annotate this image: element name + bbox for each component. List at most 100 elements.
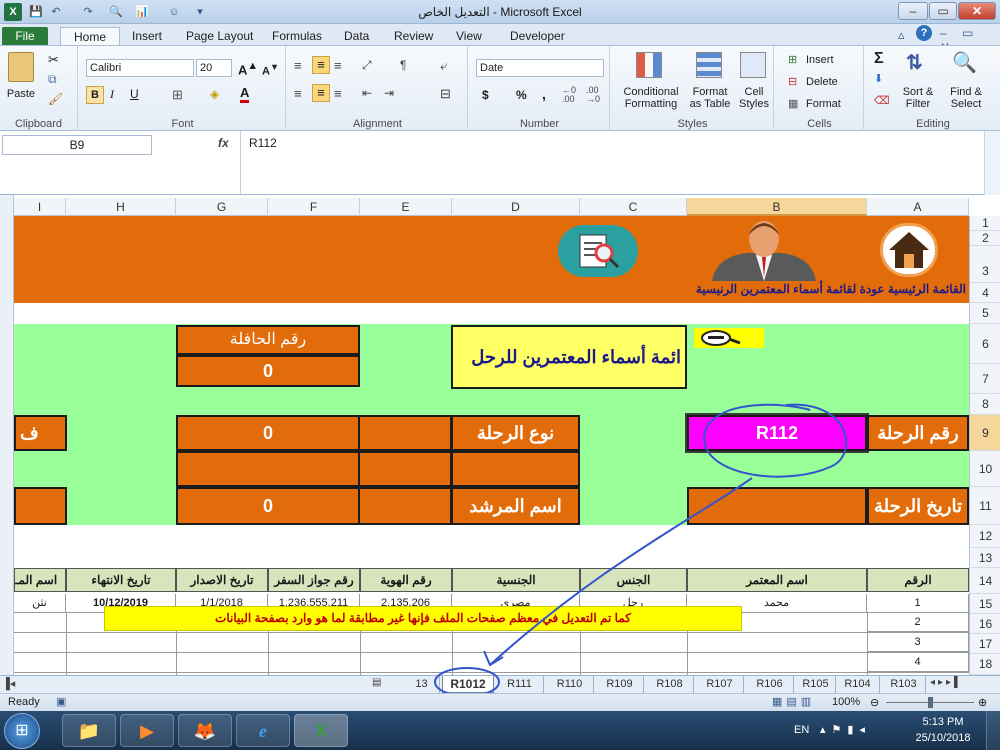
delete-cells-icon[interactable]: ⊟ [788, 75, 797, 88]
format-painter-icon[interactable]: 🖌 [48, 92, 63, 106]
tab-data[interactable]: Data [334, 27, 379, 46]
sheet-tab-r109[interactable]: R109 [596, 676, 644, 693]
find-select-icon[interactable]: 🔍 [952, 50, 977, 75]
sheet-tab-r104[interactable]: R104 [836, 676, 880, 693]
tab-view[interactable]: View [446, 27, 492, 46]
media-player-icon[interactable]: ▶ [120, 714, 174, 747]
font-name-box[interactable]: Calibri [86, 59, 194, 77]
copy-icon[interactable]: ⧉ [48, 72, 57, 87]
show-desktop-button[interactable] [986, 711, 1000, 750]
tab-review[interactable]: Review [384, 27, 443, 46]
redo-icon[interactable]: ↷ [80, 4, 96, 20]
align-right-icon[interactable]: ≡ [334, 86, 342, 101]
conditional-formatting-button[interactable]: Conditional Formatting [614, 86, 688, 110]
view-buttons-icon[interactable]: ▦▤▥ [772, 695, 815, 708]
font-color-icon[interactable]: A [240, 86, 250, 103]
formula-expand-scroll[interactable] [984, 131, 1000, 195]
sheet-tab-r111[interactable]: R111 [496, 676, 544, 693]
fill-icon[interactable]: ⬇ [874, 72, 883, 85]
formula-input[interactable]: R112 [240, 131, 982, 194]
decrease-decimal-icon[interactable]: .00 →0 [586, 86, 600, 104]
first-sheet-nav-icon[interactable]: ▐◂ [2, 677, 15, 690]
macro-record-icon[interactable]: ▣ [56, 695, 66, 708]
percent-button[interactable]: % [516, 88, 527, 102]
grow-font-icon[interactable]: A▲ [238, 60, 258, 77]
customize-toolbar-icon[interactable]: ▾ [192, 4, 208, 20]
sheet-tab-r103[interactable]: R103 [882, 676, 926, 693]
smiley-icon[interactable]: ☺ [166, 4, 182, 20]
excel-taskbar-icon[interactable]: X [294, 714, 348, 747]
language-indicator[interactable]: EN [794, 724, 809, 736]
format-as-table-button[interactable]: Format as Table [688, 86, 732, 110]
currency-button[interactable]: $ [482, 88, 489, 102]
delete-cells-button[interactable]: Delete [806, 76, 838, 88]
sheet-tab-r110[interactable]: R110 [546, 676, 594, 693]
number-format-box[interactable]: Date [476, 59, 604, 77]
insert-cells-button[interactable]: Insert [806, 54, 834, 66]
chart-icon[interactable]: 📊 [134, 4, 150, 20]
excel-app-icon[interactable]: X [4, 3, 22, 21]
file-explorer-icon[interactable]: 📁 [62, 714, 116, 747]
sheet-tab-r105[interactable]: R105 [796, 676, 836, 693]
insert-cells-icon[interactable]: ⊞ [788, 53, 797, 66]
insert-sheet-icon[interactable]: ▤ [372, 677, 381, 688]
sort-filter-button[interactable]: Sort & Filter [896, 86, 940, 110]
orientation-icon[interactable]: ⤢ [362, 58, 372, 73]
help-icon[interactable]: ? [916, 25, 932, 41]
clock-time[interactable]: 5:13 PM [908, 716, 978, 728]
bold-button[interactable]: B [86, 86, 104, 104]
sort-filter-icon[interactable]: ⇅ [906, 50, 923, 75]
tab-formulas[interactable]: Formulas [262, 27, 332, 46]
zoom-in-icon[interactable]: ⊕ [978, 696, 987, 709]
ribbon-collapse-icon[interactable]: ▵ [898, 27, 905, 43]
firefox-icon[interactable]: 🦊 [178, 714, 232, 747]
paste-icon[interactable] [8, 52, 34, 82]
decrease-indent-icon[interactable]: ⇤ [362, 86, 372, 100]
paste-button[interactable]: Paste [4, 88, 38, 100]
align-bottom-icon[interactable]: ≡ [334, 58, 342, 73]
maximize-button[interactable]: ▭ [929, 2, 957, 20]
increase-decimal-icon[interactable]: ←0.00 [562, 86, 576, 104]
align-left-icon[interactable]: ≡ [294, 86, 302, 101]
sheet-scroll-icons[interactable]: ◂▸▸▌ [930, 677, 964, 688]
insert-function-button[interactable]: fx [218, 136, 238, 150]
merge-center-icon[interactable]: ⊟ [440, 86, 451, 102]
autosum-button[interactable]: Σ [874, 50, 884, 68]
font-size-box[interactable]: 20 [196, 59, 232, 77]
cell-styles-icon[interactable] [740, 52, 766, 78]
zoom-level[interactable]: 100% [832, 696, 860, 708]
fill-color-icon[interactable]: ◈ [210, 87, 219, 101]
start-button-icon[interactable]: ⊞ [4, 713, 40, 749]
system-tray-icons[interactable]: ▴⚑▮◂ [820, 723, 871, 736]
sheet-tab-r108[interactable]: R108 [646, 676, 694, 693]
print-preview-icon[interactable]: 🔍 [108, 4, 124, 20]
format-cells-button[interactable]: Format [806, 98, 841, 110]
zoom-out-icon[interactable]: ⊖ [870, 696, 879, 709]
cut-icon[interactable]: ✂ [48, 52, 59, 68]
conditional-formatting-icon[interactable] [636, 52, 662, 78]
internet-explorer-icon[interactable]: e [236, 714, 290, 747]
format-cells-icon[interactable]: ▦ [788, 97, 798, 110]
increase-indent-icon[interactable]: ⇥ [384, 86, 394, 100]
save-icon[interactable]: 💾 [28, 4, 44, 20]
tab-insert[interactable]: Insert [122, 27, 172, 46]
rtl-icon[interactable]: ¶ [400, 58, 406, 72]
find-select-button[interactable]: Find & Select [942, 86, 990, 110]
italic-button[interactable]: I [110, 87, 114, 102]
align-middle-icon[interactable]: ≡ [312, 56, 330, 74]
comma-button[interactable]: , [542, 86, 546, 102]
underline-button[interactable]: U [130, 87, 139, 101]
clear-icon[interactable]: ⌫ [874, 94, 890, 107]
close-button[interactable]: ✕ [958, 2, 996, 20]
tab-home[interactable]: Home [60, 27, 120, 46]
cell-styles-button[interactable]: Cell Styles [736, 86, 772, 110]
tab-developer[interactable]: Developer [500, 27, 575, 46]
undo-icon[interactable]: ↶ [48, 4, 64, 20]
tab-page-layout[interactable]: Page Layout [176, 27, 263, 46]
shrink-font-icon[interactable]: A▼ [262, 62, 279, 78]
wrap-text-icon[interactable]: ⤶ [440, 58, 447, 74]
name-box[interactable]: B9 [2, 135, 152, 155]
clock-date[interactable]: 25/10/2018 [908, 732, 978, 744]
zoom-slider[interactable]: ⊖ ⊕ [870, 695, 990, 709]
sheet-tab-r106[interactable]: R106 [746, 676, 794, 693]
